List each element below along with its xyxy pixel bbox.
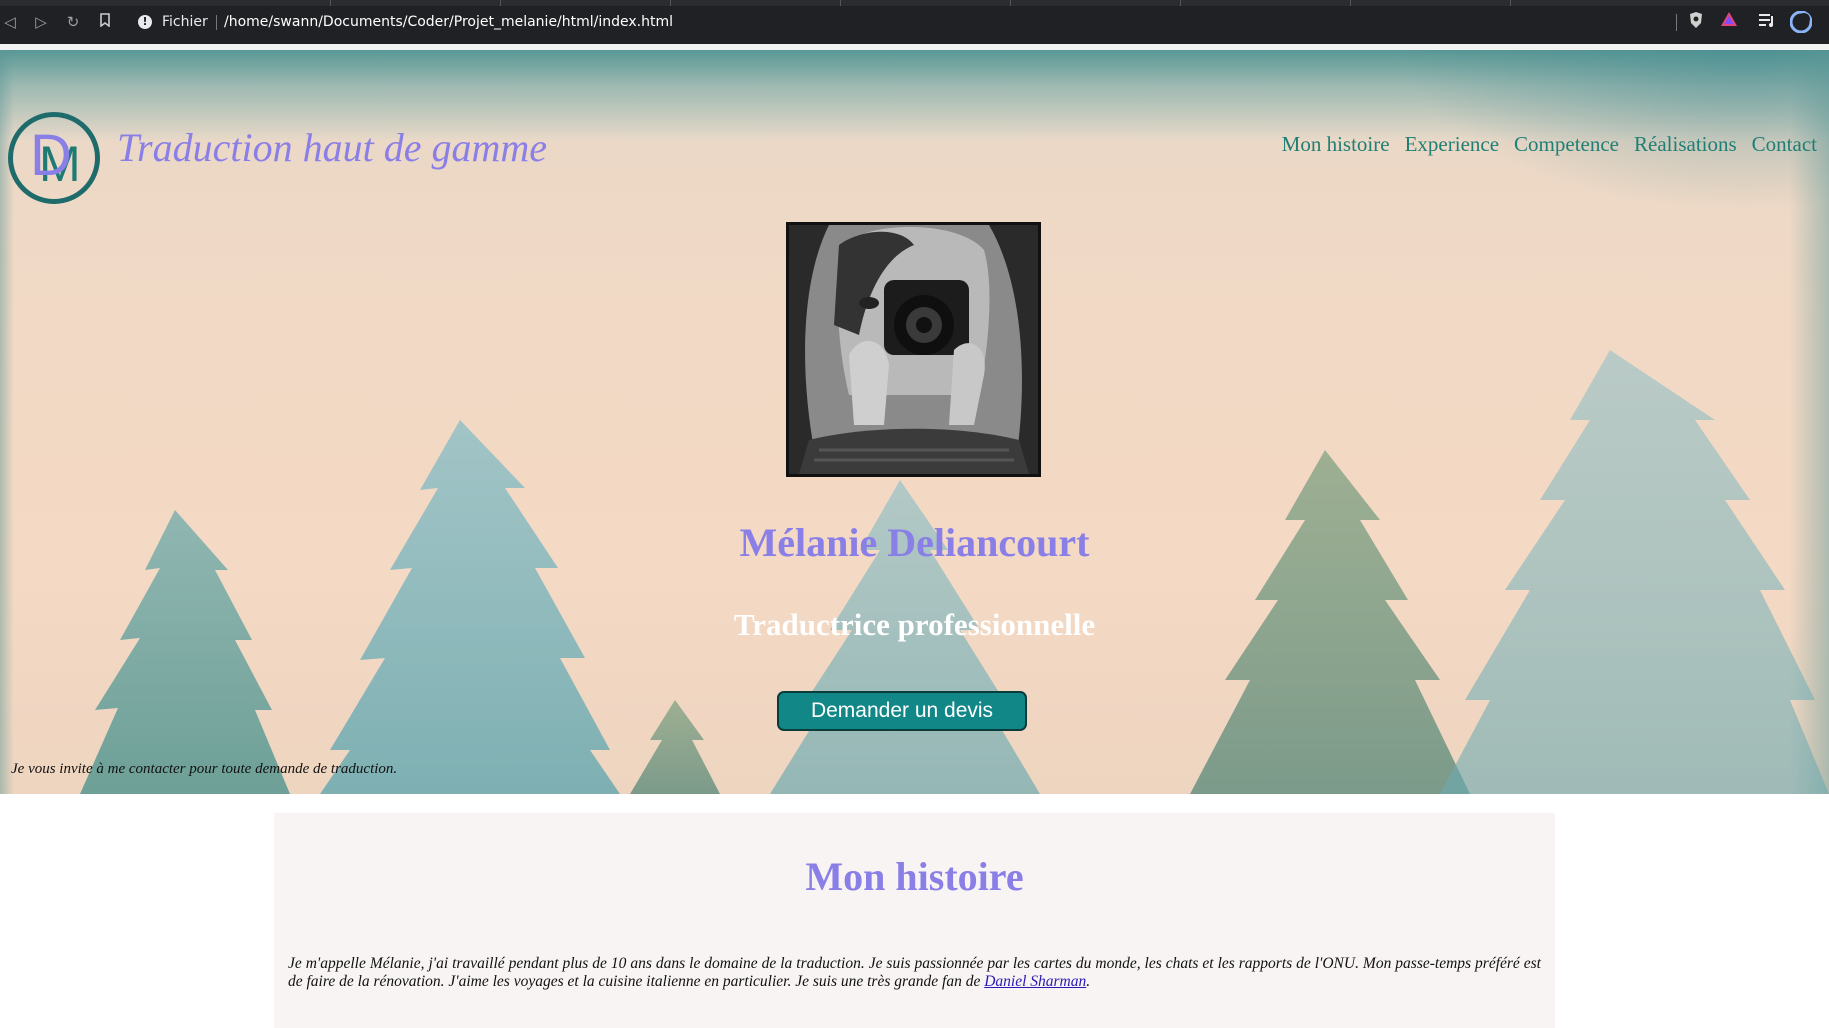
profile-photo (786, 222, 1041, 477)
logo-letter-d: D (30, 123, 72, 188)
story-section: Mon histoire Je m'appelle Mélanie, j'ai … (274, 813, 1555, 1028)
nav-link-mon-histoire[interactable]: Mon histoire (1282, 132, 1390, 157)
hero-subtitle: Traductrice professionnelle (733, 607, 1096, 642)
brave-rewards-icon[interactable] (1718, 11, 1740, 33)
url-divider (216, 15, 217, 30)
forward-icon[interactable]: ▷ (31, 12, 51, 32)
request-quote-button[interactable]: Demander un devis (777, 691, 1027, 731)
reload-icon[interactable]: ↻ (63, 12, 83, 32)
address-bar[interactable]: ! Fichier /home/swann/Documents/Coder/Pr… (128, 9, 1680, 36)
hero-name: Mélanie Deliancourt (739, 520, 1090, 565)
toolbar-divider (1676, 14, 1677, 31)
url-text[interactable]: /home/swann/Documents/Coder/Projet_melan… (224, 9, 673, 36)
story-text: Je m'appelle Mélanie, j'ai travaillé pen… (288, 955, 1541, 990)
nav-link-competence[interactable]: Competence (1514, 132, 1619, 157)
browser-toolbar: ◁ ▷ ↻ ! Fichier /home/swann/Documents/Co… (0, 0, 1829, 44)
story-paragraph: Je m'appelle Mélanie, j'ai travaillé pen… (288, 955, 1541, 991)
story-title: Mon histoire (805, 854, 1024, 899)
main-navigation: Mon histoire Experience Competence Réali… (1282, 132, 1817, 157)
profile-icon[interactable] (1789, 10, 1813, 34)
story-link-daniel-sharman[interactable]: Daniel Sharman (984, 973, 1086, 990)
contact-invite-text: Je vous invite à me contacter pour toute… (11, 761, 398, 777)
url-scheme-label: Fichier (162, 14, 208, 30)
bookmark-icon[interactable] (95, 12, 115, 32)
info-icon[interactable]: ! (138, 15, 152, 29)
nav-link-contact[interactable]: Contact (1752, 132, 1817, 157)
back-icon[interactable]: ◁ (0, 12, 20, 32)
logo[interactable]: M D (8, 112, 100, 204)
nav-link-experience[interactable]: Experience (1405, 132, 1499, 157)
story-text-end: . (1086, 973, 1091, 990)
site-tagline: Traduction haut de gamme (117, 125, 547, 170)
playlist-icon[interactable] (1757, 11, 1779, 33)
brave-shield-icon[interactable] (1685, 11, 1707, 33)
tab-strip (0, 0, 1829, 6)
nav-link-realisations[interactable]: Réalisations (1634, 132, 1737, 157)
